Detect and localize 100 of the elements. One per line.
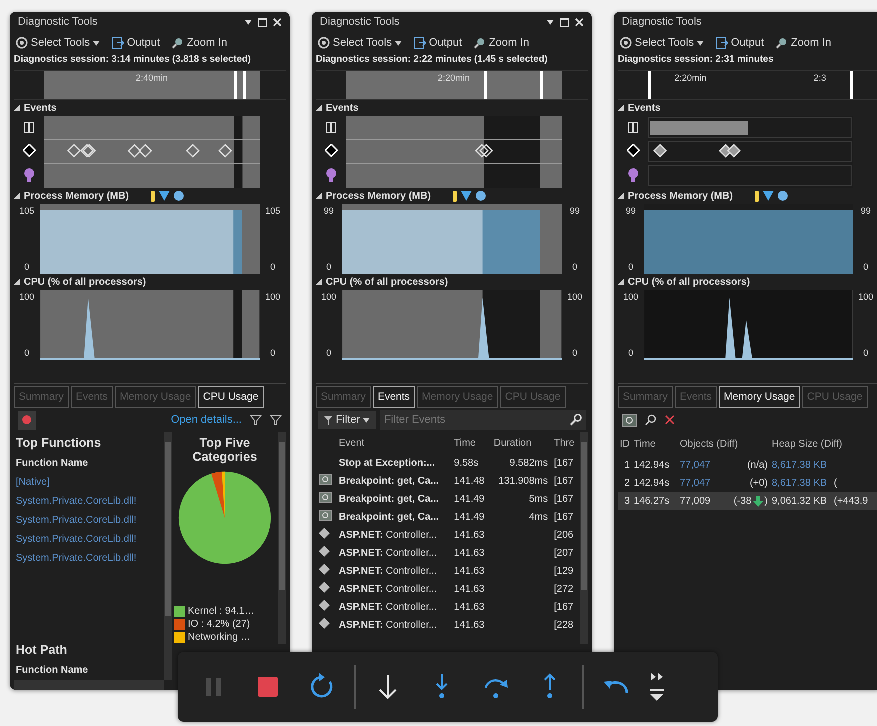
time-cell-text: 142.94s	[633, 460, 671, 470]
collapse-triangle-icon[interactable]	[14, 105, 20, 111]
time-ruler[interactable]: 2:40min	[44, 71, 260, 99]
snapshot-row[interactable]: 2 142.94s 77,047 (+0) 8,617.38 KB (	[618, 474, 877, 492]
axis-label: 100	[321, 292, 337, 302]
pause-icon	[628, 122, 638, 133]
column-header[interactable]: Heap Size (Diff)	[770, 438, 877, 450]
search-icon[interactable]	[645, 414, 657, 426]
heap-size-link[interactable]: 8,617.38 KB	[770, 460, 832, 470]
time-ruler[interactable]: 2:20min 2:3	[648, 71, 853, 99]
output-button[interactable]: Output	[110, 36, 162, 50]
collapse-triangle-icon[interactable]	[316, 193, 322, 199]
column-header[interactable]: Event	[336, 432, 452, 454]
axis-label: 0	[24, 262, 30, 272]
collapse-triangle-icon[interactable]	[316, 105, 322, 111]
filter-button[interactable]: Filter	[318, 411, 376, 429]
output-button[interactable]: Output	[714, 36, 766, 50]
tab[interactable]: CPU Usage	[198, 386, 264, 408]
time-cell-text: 141.49	[453, 510, 486, 524]
collapse-triangle-icon[interactable]	[14, 279, 20, 285]
gear-icon	[620, 37, 632, 49]
heap-size-link[interactable]: 9,061.32 KB	[770, 496, 832, 506]
tab[interactable]: Events	[372, 386, 416, 408]
toolbar-options-button[interactable]	[648, 671, 666, 703]
search-icon[interactable]	[570, 414, 582, 426]
dropdown-caret-icon[interactable]	[547, 20, 554, 24]
function-link[interactable]: System.Private.CoreLib.dll!	[16, 496, 162, 507]
function-link[interactable]: System.Private.CoreLib.dll!	[16, 534, 162, 545]
axis-label: 100	[19, 292, 35, 302]
session-summary: Diagnostics session: 2:22 minutes (1.45 s selected)	[316, 54, 549, 67]
scrollbar[interactable]	[278, 432, 286, 644]
column-header[interactable]: Time	[451, 432, 491, 454]
function-link[interactable]: System.Private.CoreLib.dll!	[16, 515, 162, 526]
axis-label: 0	[628, 262, 634, 272]
duration-cell-text: 131.908ms	[498, 474, 550, 488]
diamond-icon	[319, 582, 330, 593]
collapse-triangle-icon[interactable]	[14, 193, 20, 199]
output-icon	[716, 37, 728, 49]
scrollbar[interactable]	[164, 432, 172, 680]
time-ruler[interactable]: 2:20min	[346, 71, 562, 99]
column-header[interactable]: Objects (Diff)	[678, 438, 770, 450]
maximize-icon[interactable]	[258, 18, 267, 26]
column-header[interactable]: Duration	[490, 432, 552, 454]
snapshot-row[interactable]: 1 142.94s 77,047 (n/a) 8,617.38 KB	[618, 456, 877, 474]
diamond-icon	[22, 144, 36, 157]
circle-marker-icon	[174, 191, 184, 201]
id-cell-text: 3	[623, 496, 631, 506]
diff-cell-text: (+443.9	[833, 496, 870, 506]
axis-label: 99	[324, 206, 334, 216]
panel-title: Diagnostic Tools	[18, 16, 98, 28]
time-cell-text: 141.63	[453, 546, 486, 560]
camera-icon[interactable]	[622, 414, 637, 426]
column-header: Function Name	[16, 665, 90, 676]
column-header[interactable]: Time	[632, 438, 678, 450]
collapse-triangle-icon[interactable]	[618, 105, 624, 111]
collapse-triangle-icon[interactable]	[618, 193, 624, 199]
collapse-triangle-icon[interactable]	[618, 279, 624, 285]
zoom-in-button[interactable]: Zoom In	[472, 36, 532, 50]
exclamation-marker-icon	[151, 190, 156, 202]
output-button[interactable]: Output	[412, 36, 464, 50]
function-link[interactable]: System.Private.CoreLib.dll!	[16, 553, 162, 564]
diamond-icon	[324, 144, 338, 157]
scrollbar[interactable]	[580, 432, 588, 644]
section-heading: Top Functions	[16, 436, 102, 450]
heap-size-link[interactable]: 8,617.38 KB	[770, 478, 832, 488]
open-details-link[interactable]: Open details...	[171, 414, 242, 426]
exclamation-marker-icon	[453, 190, 458, 202]
column-header: Function Name	[16, 458, 90, 469]
chevrons-icon	[651, 673, 663, 681]
function-link[interactable]: [Native]	[16, 477, 162, 488]
chart-title: Top Five Categories	[192, 436, 258, 464]
event-cell-text: ASP.NET: Controller...	[338, 528, 438, 542]
snapshot-row[interactable]: 3 146.27s 77,009 (-38 ) 9,061.32 KB (+443.9	[618, 492, 877, 510]
legend-label: Kernel : 94.1…	[188, 606, 255, 617]
duration-cell-text: 4ms	[528, 510, 550, 524]
maximize-icon[interactable]	[560, 18, 569, 26]
record-icon	[22, 414, 32, 424]
axis-label: 0	[270, 348, 276, 358]
dropdown-caret-icon[interactable]	[245, 20, 252, 24]
column-header[interactable]: ID	[618, 438, 632, 450]
filter-icon[interactable]	[250, 414, 262, 426]
column-header[interactable]: Thre	[551, 432, 580, 454]
zoom-in-button[interactable]: Zoom In	[774, 36, 834, 50]
filter-icon[interactable]	[270, 414, 282, 426]
select-tools-button[interactable]: Select Tools	[618, 36, 706, 50]
collapse-triangle-icon[interactable]	[316, 279, 322, 285]
objects-link[interactable]: 77,047	[678, 478, 718, 488]
time-cell-text: 141.63	[453, 600, 486, 614]
caret-icon	[697, 40, 704, 46]
objects-link[interactable]: 77,009	[678, 496, 718, 506]
select-tools-button[interactable]: Select Tools	[14, 36, 102, 50]
record-button[interactable]	[18, 410, 36, 430]
caret-icon	[395, 40, 402, 46]
objects-link[interactable]: 77,047	[678, 460, 718, 470]
tab[interactable]: Memory Usage	[719, 386, 800, 408]
thread-cell-text: [272	[553, 582, 575, 596]
select-tools-button[interactable]: Select Tools	[316, 36, 404, 50]
horizontal-scrollbar[interactable]	[14, 680, 164, 690]
zoom-in-button[interactable]: Zoom In	[170, 36, 230, 50]
time-cell-text: 141.49	[453, 492, 486, 506]
